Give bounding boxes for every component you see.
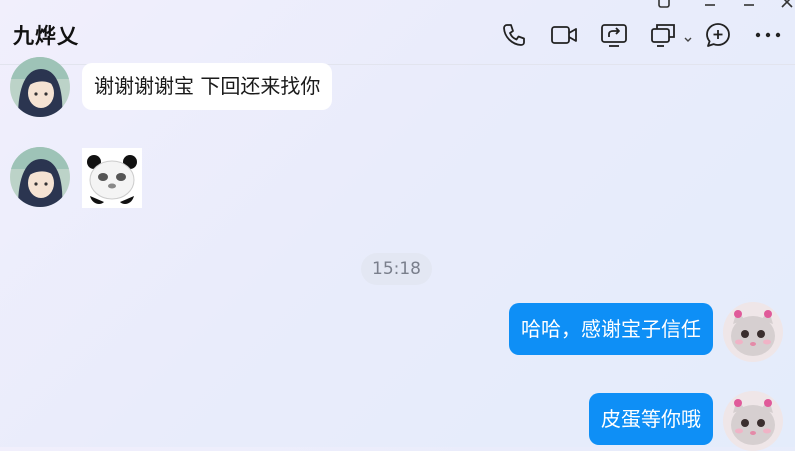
contact-avatar[interactable]	[10, 57, 70, 117]
close-icon[interactable]	[780, 0, 794, 8]
more-icon[interactable]	[754, 21, 782, 49]
maximize-icon[interactable]	[742, 0, 756, 8]
outgoing-message-bubble[interactable]: 皮蛋等你哦	[589, 393, 713, 445]
add-member-icon[interactable]	[704, 21, 732, 49]
screen-share-icon[interactable]	[600, 21, 628, 49]
contact-avatar[interactable]	[10, 147, 70, 207]
self-avatar[interactable]	[723, 391, 783, 451]
message-timestamp: 15:18	[361, 253, 432, 285]
phone-call-icon[interactable]	[500, 21, 528, 49]
chat-header: 九烨乂	[0, 0, 795, 65]
chevron-down-icon[interactable]	[683, 30, 693, 42]
remote-control-icon[interactable]	[650, 21, 678, 49]
outgoing-message-bubble[interactable]: 哈哈，感谢宝子信任	[509, 303, 713, 355]
pin-icon[interactable]	[657, 0, 671, 8]
self-avatar[interactable]	[723, 302, 783, 362]
video-call-icon[interactable]	[550, 21, 578, 49]
incoming-message-bubble[interactable]: 谢谢谢谢宝 下回还来找你	[82, 63, 333, 110]
panda-sticker-image[interactable]	[82, 148, 142, 208]
chat-title: 九烨乂	[13, 24, 79, 48]
minimize-icon[interactable]	[703, 0, 717, 8]
